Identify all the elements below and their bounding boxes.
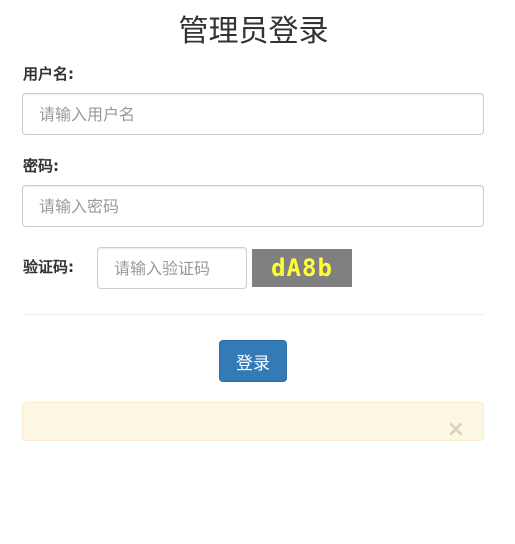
username-input[interactable]: [22, 93, 484, 135]
username-label: 用户名:: [23, 65, 74, 83]
password-input[interactable]: [22, 185, 484, 227]
login-page: 管理员登录 用户名: 密码: 验证码: dA8b 登录 ×: [0, 0, 515, 544]
captcha-label: 验证码:: [23, 258, 74, 276]
login-button[interactable]: 登录: [219, 340, 287, 382]
page-title: 管理员登录: [178, 14, 329, 49]
captcha-image[interactable]: dA8b: [252, 249, 352, 287]
close-icon[interactable]: ×: [447, 419, 465, 441]
captcha-input[interactable]: [97, 247, 247, 289]
alert-box: ×: [22, 402, 484, 441]
form-divider: [23, 314, 484, 315]
password-label: 密码:: [23, 157, 59, 175]
